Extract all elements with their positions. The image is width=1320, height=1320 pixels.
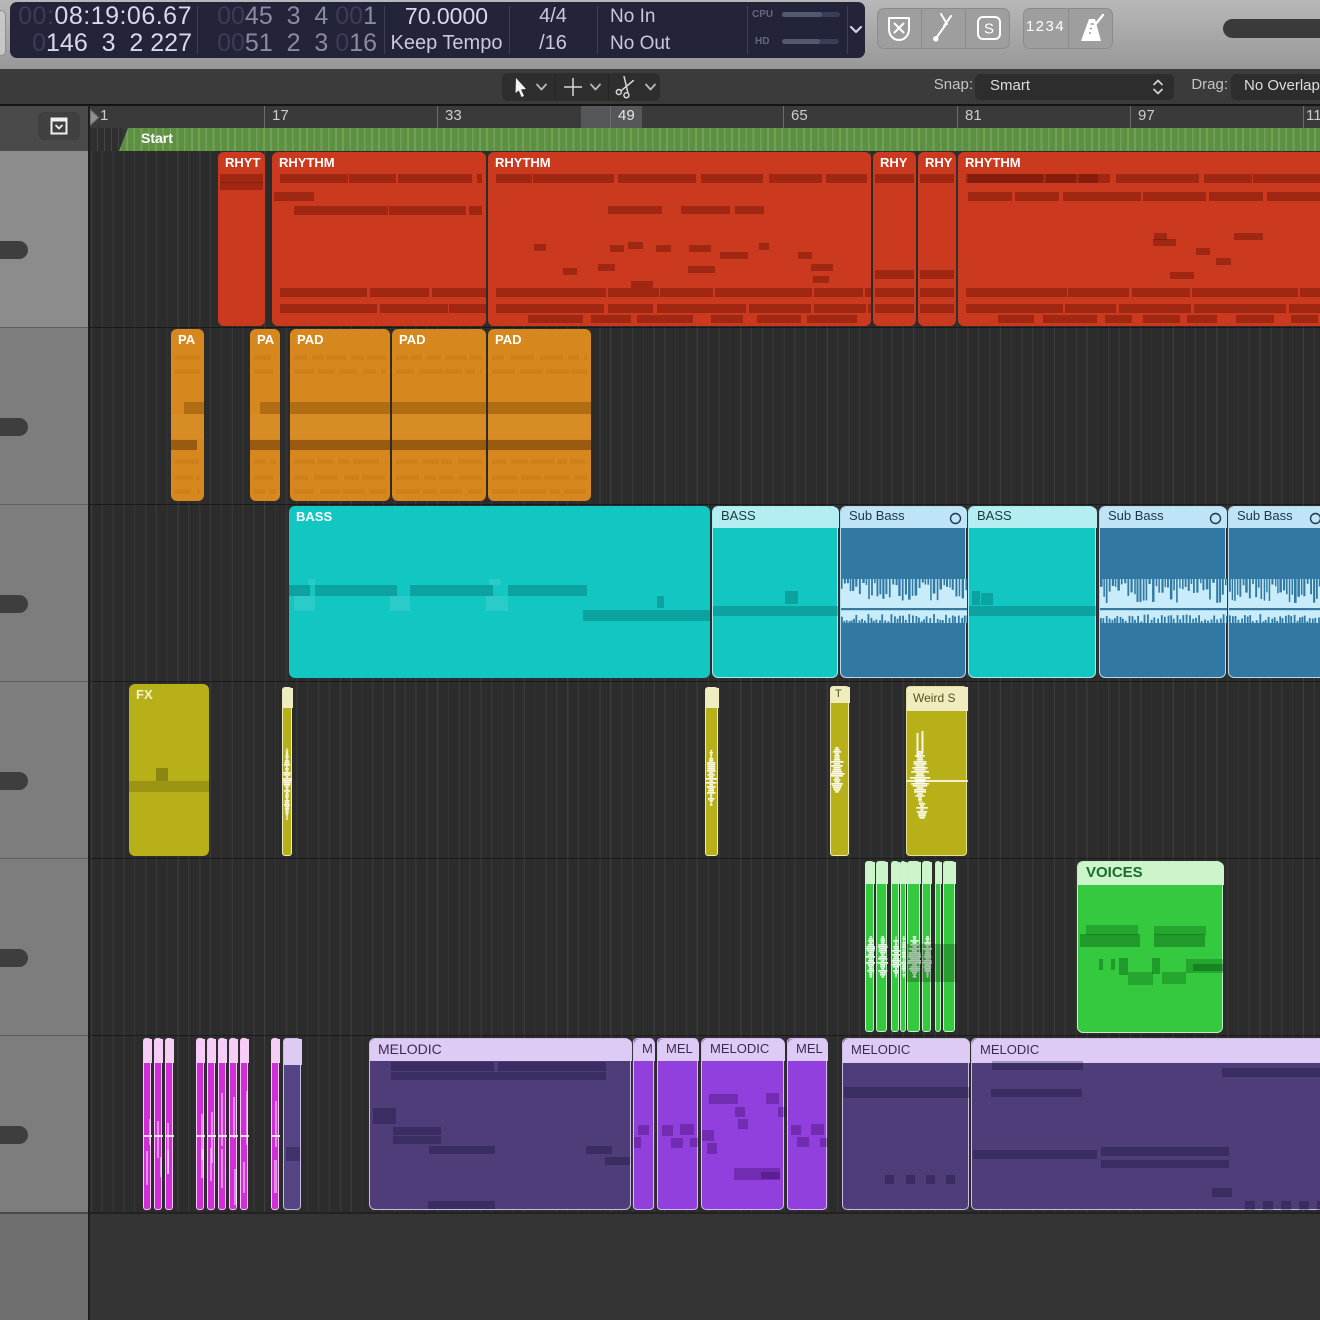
svg-text:S: S <box>984 21 994 38</box>
